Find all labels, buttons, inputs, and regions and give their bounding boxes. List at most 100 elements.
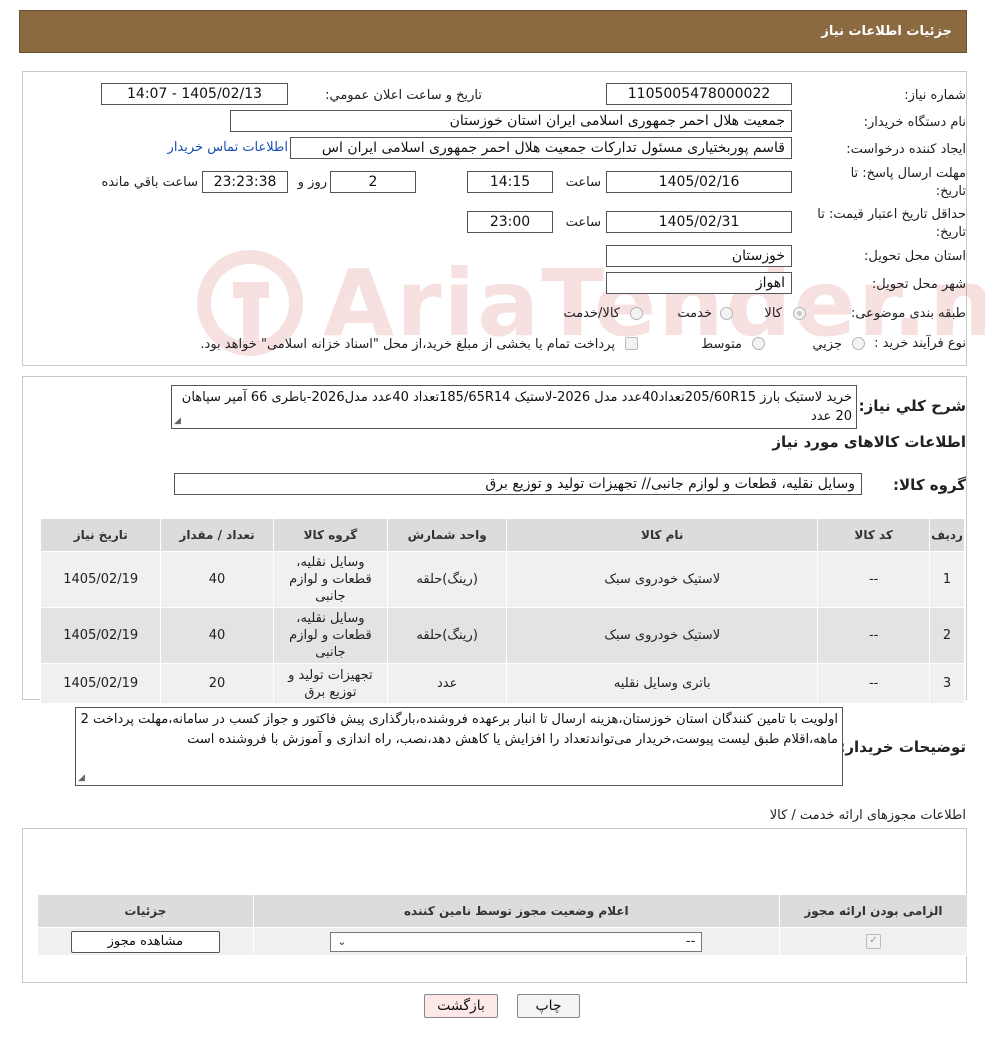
row-index: 2	[929, 607, 965, 664]
col-permit-status: اعلام وضعیت مجوز توسط نامین کننده	[252, 894, 780, 928]
days-label: روز و	[297, 175, 327, 190]
province-label: استان محل تحویل:	[864, 249, 966, 264]
permits-table: الزامی بودن ارائه مجوز اعلام وضعیت مجوز …	[37, 894, 969, 956]
page-header: جزئیات اطلاعات نیاز	[19, 10, 967, 53]
table-row: 3 -- باتری وسایل نقلیه عدد تجهیزات تولید…	[39, 663, 965, 704]
remaining-time-label: ساعت باقي مانده	[101, 175, 198, 190]
row-index: 3	[929, 663, 965, 704]
category-option-goods: کالا	[764, 306, 782, 321]
chevron-down-icon: ⌄	[337, 935, 347, 948]
category-label: طبقه بندی موضوعی:	[850, 306, 966, 321]
permit-details-cell: مشاهده مجوز	[37, 927, 254, 956]
process-radio-partial[interactable]	[852, 337, 865, 350]
back-button[interactable]: بازگشت	[424, 994, 498, 1018]
row-date: 1405/02/19	[39, 663, 162, 704]
validity-label-line1: حداقل تاریخ اعتبار قیمت: تا	[817, 207, 966, 222]
row-qty: 40	[160, 607, 274, 664]
process-option-medium: متوسط	[701, 337, 742, 352]
summary-label: شرح کلي نیاز:	[858, 397, 966, 415]
row-name: لاستیک خودروی سبک	[506, 607, 819, 664]
summary-resize-grip[interactable]: ◢	[174, 416, 181, 426]
need-number-field: 1105005478000022	[606, 83, 792, 105]
category-option-goods-service: کالا/خدمت	[563, 306, 620, 321]
validity-label-line2: تاریخ:	[935, 225, 966, 240]
permit-status-select[interactable]: -- ⌄	[330, 931, 703, 952]
deadline-date-field: 1405/02/16	[606, 171, 792, 193]
notes-resize-grip[interactable]: ◢	[78, 773, 85, 783]
page-title: جزئیات اطلاعات نیاز	[821, 24, 952, 39]
table-row: ✓ -- ⌄ مشاهده مجوز	[37, 927, 969, 956]
group-label: گروه کالا:	[893, 476, 966, 494]
table-row: 1 -- لاستیک خودروی سبک (رینگ)حلقه وسایل …	[39, 551, 965, 608]
deadline-time-label: ساعت	[565, 175, 601, 190]
row-group: تجهیزات تولید و توزیع برق	[272, 663, 389, 704]
category-radio-service[interactable]	[720, 307, 733, 320]
buyer-notes-text: اولویت با تامین کنندگان استان خوزستان،هز…	[75, 707, 843, 786]
city-field: اهواز	[606, 272, 792, 294]
treasury-checkbox[interactable]	[625, 337, 638, 350]
buyer-org-label: نام دستگاه خریدار:	[863, 115, 966, 130]
group-field: وسایل نقلیه، قطعات و لوازم جانبی// تجهیز…	[174, 473, 862, 495]
validity-time-label: ساعت	[565, 215, 601, 230]
city-label: شهر محل تحویل:	[871, 277, 966, 292]
goods-info-title: اطلاعات کالاهای مورد نیاز	[772, 433, 966, 451]
category-radio-goods-service[interactable]	[630, 307, 643, 320]
validity-time-field: 23:00	[467, 211, 553, 233]
deadline-label-line1: مهلت ارسال پاسخ: تا	[850, 166, 966, 181]
category-option-service: خدمت	[677, 306, 712, 321]
row-code: --	[817, 663, 931, 704]
col-code: کد کالا	[817, 518, 931, 552]
process-radio-medium[interactable]	[752, 337, 765, 350]
row-date: 1405/02/19	[39, 551, 162, 608]
col-permit-required: الزامی بودن ارائه مجوز	[778, 894, 969, 928]
row-unit: (رینگ)حلقه	[387, 607, 508, 664]
col-unit: واحد شمارش	[387, 518, 508, 552]
permits-title: اطلاعات مجوزهای ارائه خدمت / کالا	[769, 808, 966, 823]
col-permit-details: جزئیات	[37, 894, 254, 928]
row-name: لاستیک خودروی سبک	[506, 551, 819, 608]
row-index: 1	[929, 551, 965, 608]
col-group: گروه کالا	[272, 518, 389, 552]
need-number-label: شماره نیاز:	[904, 88, 966, 103]
row-date: 1405/02/19	[39, 607, 162, 664]
col-qty: تعداد / مقدار	[160, 518, 274, 552]
announce-field: 1405/02/13 - 14:07	[101, 83, 288, 105]
print-button[interactable]: چاپ	[517, 994, 580, 1018]
table-row: 2 -- لاستیک خودروی سبک (رینگ)حلقه وسایل …	[39, 607, 965, 664]
row-unit: (رینگ)حلقه	[387, 551, 508, 608]
view-permit-button[interactable]: مشاهده مجوز	[70, 930, 220, 953]
creator-field: قاسم پوربختیاری مسئول تدارکات جمعیت هلال…	[290, 137, 792, 159]
col-name: نام کالا	[506, 518, 819, 552]
days-remaining-field: 2	[330, 171, 416, 193]
process-option-partial: جزيي	[812, 337, 842, 352]
permit-status-value: --	[685, 934, 696, 949]
announce-label: تاریخ و ساعت اعلان عمومي:	[325, 88, 482, 103]
deadline-time-field: 14:15	[467, 171, 553, 193]
row-code: --	[817, 607, 931, 664]
buyer-notes-label: توضیحات خریدار:	[839, 738, 966, 756]
row-group: وسایل نقلیه، قطعات و لوازم جانبی	[272, 607, 389, 664]
remaining-time-field: 23:23:38	[202, 171, 288, 193]
goods-table: ردیف کد کالا نام کالا واحد شمارش گروه کا…	[39, 518, 965, 704]
permit-status-cell: -- ⌄	[252, 927, 780, 956]
buyer-org-field: جمعیت هلال احمر جمهوری اسلامی ایران استا…	[230, 110, 792, 132]
row-qty: 40	[160, 551, 274, 608]
validity-date-field: 1405/02/31	[606, 211, 792, 233]
creator-label: ایجاد کننده درخواست:	[846, 142, 966, 157]
validity-label: حداقل تاریخ اعتبار قیمت: تا تاریخ:	[786, 206, 966, 242]
permits-table-header: الزامی بودن ارائه مجوز اعلام وضعیت مجوز …	[37, 894, 969, 928]
deadline-label: مهلت ارسال پاسخ: تا تاریخ:	[806, 165, 966, 201]
contact-info-link[interactable]: اطلاعات تماس خریدار	[154, 140, 288, 155]
treasury-note: پرداخت تمام یا بخشی از مبلغ خرید،از محل …	[200, 337, 615, 352]
row-name: باتری وسایل نقلیه	[506, 663, 819, 704]
row-code: --	[817, 551, 931, 608]
goods-table-header: ردیف کد کالا نام کالا واحد شمارش گروه کا…	[39, 518, 965, 552]
category-radio-goods[interactable]	[793, 307, 806, 320]
row-unit: عدد	[387, 663, 508, 704]
col-row: ردیف	[929, 518, 965, 552]
row-qty: 20	[160, 663, 274, 704]
permit-required-cell: ✓	[778, 927, 969, 956]
permit-required-checkbox: ✓	[865, 934, 881, 949]
row-group: وسایل نقلیه، قطعات و لوازم جانبی	[272, 551, 389, 608]
deadline-label-line2: تاریخ:	[935, 184, 966, 199]
